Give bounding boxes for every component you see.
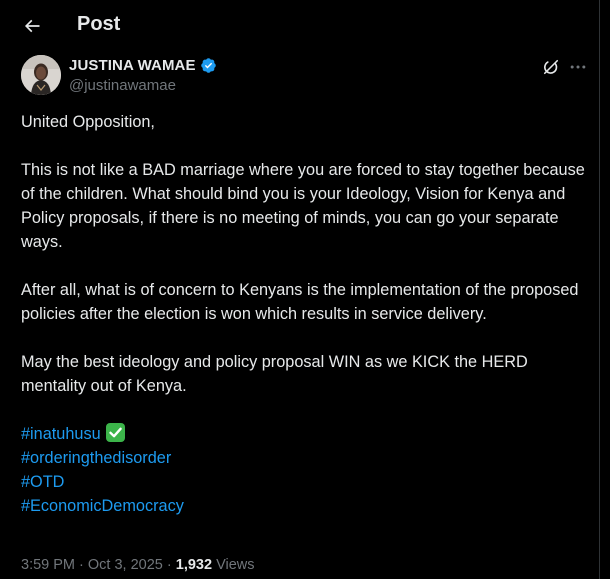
name-line: JUSTINA WAMAE bbox=[69, 57, 217, 74]
hashtag-link[interactable]: #inatuhusu bbox=[21, 425, 101, 443]
hashtag-list: #inatuhusu #orderingthedisorder #OTD #Ec… bbox=[21, 422, 587, 518]
post-paragraph: United Opposition, bbox=[21, 113, 155, 131]
more-horizontal-icon bbox=[570, 65, 586, 69]
post-paragraph: May the best ideology and policy proposa… bbox=[21, 353, 528, 395]
post-time[interactable]: 3:59 PM bbox=[21, 557, 75, 573]
meta-separator: · bbox=[75, 557, 88, 573]
avatar[interactable] bbox=[21, 55, 61, 95]
verified-badge-icon bbox=[200, 58, 216, 73]
arrow-left-icon bbox=[24, 19, 40, 33]
meta-separator: · bbox=[162, 557, 176, 573]
page-title: Post bbox=[77, 13, 121, 35]
handle[interactable]: @justinawamae bbox=[69, 77, 176, 94]
display-name[interactable]: JUSTINA WAMAE bbox=[69, 57, 196, 74]
hashtag-link[interactable]: #OTD bbox=[21, 470, 587, 494]
header: Post bbox=[0, 0, 600, 52]
post-detail-panel: Post JUSTINA WAMAE @justinawamae United … bbox=[0, 0, 600, 579]
avatar-image bbox=[21, 55, 61, 95]
hashtag-link[interactable]: #orderingthedisorder bbox=[21, 446, 587, 470]
grok-icon bbox=[543, 59, 559, 75]
back-button[interactable] bbox=[14, 8, 50, 44]
grok-button[interactable] bbox=[539, 55, 563, 79]
post-date[interactable]: Oct 3, 2025 bbox=[88, 557, 163, 573]
more-button[interactable] bbox=[566, 55, 590, 79]
post-paragraph: After all, what is of concern to Kenyans… bbox=[21, 281, 579, 323]
post-text: United Opposition, This is not like a BA… bbox=[21, 110, 587, 518]
hashtag-link[interactable]: #EconomicDemocracy bbox=[21, 494, 587, 518]
views-label: Views bbox=[212, 557, 255, 573]
views-count: 1,932 bbox=[175, 557, 213, 573]
hashtag-row: #inatuhusu bbox=[21, 422, 587, 446]
check-mark-emoji bbox=[105, 423, 125, 442]
post-paragraph: This is not like a BAD marriage where yo… bbox=[21, 161, 585, 251]
author-row: JUSTINA WAMAE @justinawamae bbox=[21, 55, 591, 97]
post-meta: 3:59 PM · Oct 3, 2025 · 1,932 Views bbox=[21, 557, 255, 573]
